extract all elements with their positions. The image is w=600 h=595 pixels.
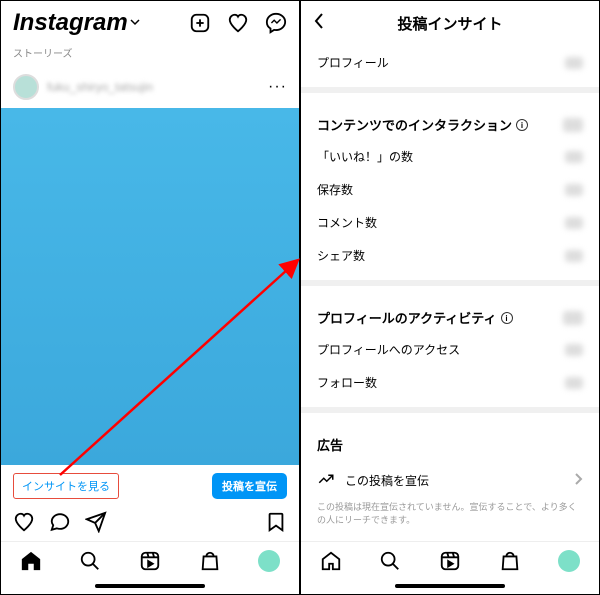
left-phone: Instagram ストーリーズ fuku_shiryo_tatsujin ··… [0,0,300,595]
post-header: fuku_shiryo_tatsujin ··· [1,66,299,108]
interactions-heading: コンテンツでのインタラクション i [317,101,583,140]
ads-heading: 広告 [317,421,583,460]
messenger-icon[interactable] [265,12,287,34]
username: fuku_shiryo_tatsujin [47,80,153,94]
home-icon[interactable] [320,550,342,572]
profile-avatar-icon[interactable] [258,550,280,572]
post-image[interactable] [1,108,299,465]
activity-heart-icon[interactable] [227,12,249,34]
row-value [565,377,583,389]
chevron-right-icon [573,472,583,489]
home-indicator [395,584,505,588]
chevron-down-icon [130,17,140,30]
row-value [565,250,583,262]
share-icon[interactable] [85,511,107,533]
row-label: フォロー数 [317,374,377,391]
bottom-nav-right [301,541,599,580]
right-phone: 投稿インサイト プロフィール コンテンツでのインタラクション i 「いいね！」の… [300,0,600,595]
new-post-icon[interactable] [189,12,211,34]
header-actions [189,12,287,34]
divider [301,407,599,413]
info-icon[interactable]: i [516,119,528,131]
row-comments: コメント数 [317,206,583,239]
ad-description: この投稿は現在宣伝されていません。宣伝することで、より多くの人にリーチできます。 [301,501,599,536]
row-label: 「いいね！」の数 [317,148,413,165]
home-indicator [95,584,205,588]
ads-section: 広告 [301,421,599,460]
more-options-icon[interactable]: ··· [268,78,287,96]
divider [301,280,599,286]
bottom-nav [1,541,299,580]
ig-header: Instagram [1,1,299,45]
promote-button[interactable]: 投稿を宣伝 [212,473,287,499]
row-profile-visits: プロフィールへのアクセス [317,333,583,366]
shop-icon[interactable] [199,550,221,572]
row-value [565,57,583,69]
heading-text: プロフィールのアクティビティ [317,308,497,327]
heading-text: 広告 [317,435,343,454]
row-profile: プロフィール [317,46,583,79]
insights-header: 投稿インサイト [301,1,599,46]
row-label: 保存数 [317,181,353,198]
search-icon[interactable] [79,550,101,572]
row-label: コメント数 [317,214,377,231]
instagram-logo[interactable]: Instagram [13,9,140,37]
info-icon[interactable]: i [501,312,513,324]
reels-icon[interactable] [139,550,161,572]
home-icon[interactable] [20,550,42,572]
heading-value [563,118,583,132]
row-value [565,151,583,163]
row-value [565,217,583,229]
avatar [13,74,39,100]
row-follows: フォロー数 [317,366,583,399]
promote-this-row[interactable]: この投稿を宣伝 [301,460,599,501]
bookmark-icon[interactable] [265,511,287,533]
comment-icon[interactable] [49,511,71,533]
stories-label: ストーリーズ [1,45,299,66]
reels-icon[interactable] [439,550,461,572]
profile-avatar-icon[interactable] [558,550,580,572]
divider [301,87,599,93]
search-icon[interactable] [379,550,401,572]
activity-heading: プロフィールのアクティビティ i [317,294,583,333]
row-value [565,344,583,356]
interactions-section: コンテンツでのインタラクション i 「いいね！」の数 保存数 コメント数 シェア… [301,101,599,272]
profile-section: プロフィール [301,46,599,79]
row-label: シェア数 [317,247,365,264]
row-likes: 「いいね！」の数 [317,140,583,173]
back-chevron-icon[interactable] [313,12,325,35]
row-label: プロフィールへのアクセス [317,341,460,358]
heading-text: コンテンツでのインタラクション [317,115,512,134]
like-heart-icon[interactable] [13,511,35,533]
activity-section: プロフィールのアクティビティ i プロフィールへのアクセス フォロー数 [301,294,599,399]
post-actions [1,507,299,541]
post-footer-bar: インサイトを見る 投稿を宣伝 [1,465,299,507]
logo-text: Instagram [13,9,128,37]
row-label: プロフィール [317,54,389,71]
post-user[interactable]: fuku_shiryo_tatsujin [13,74,153,100]
row-value [565,184,583,196]
promote-label: この投稿を宣伝 [345,472,429,489]
shop-icon[interactable] [499,550,521,572]
row-saves: 保存数 [317,173,583,206]
page-title: 投稿インサイト [397,13,502,34]
row-shares: シェア数 [317,239,583,272]
heading-value [563,311,583,325]
view-insights-link[interactable]: インサイトを見る [13,473,119,499]
trend-icon [317,470,335,491]
